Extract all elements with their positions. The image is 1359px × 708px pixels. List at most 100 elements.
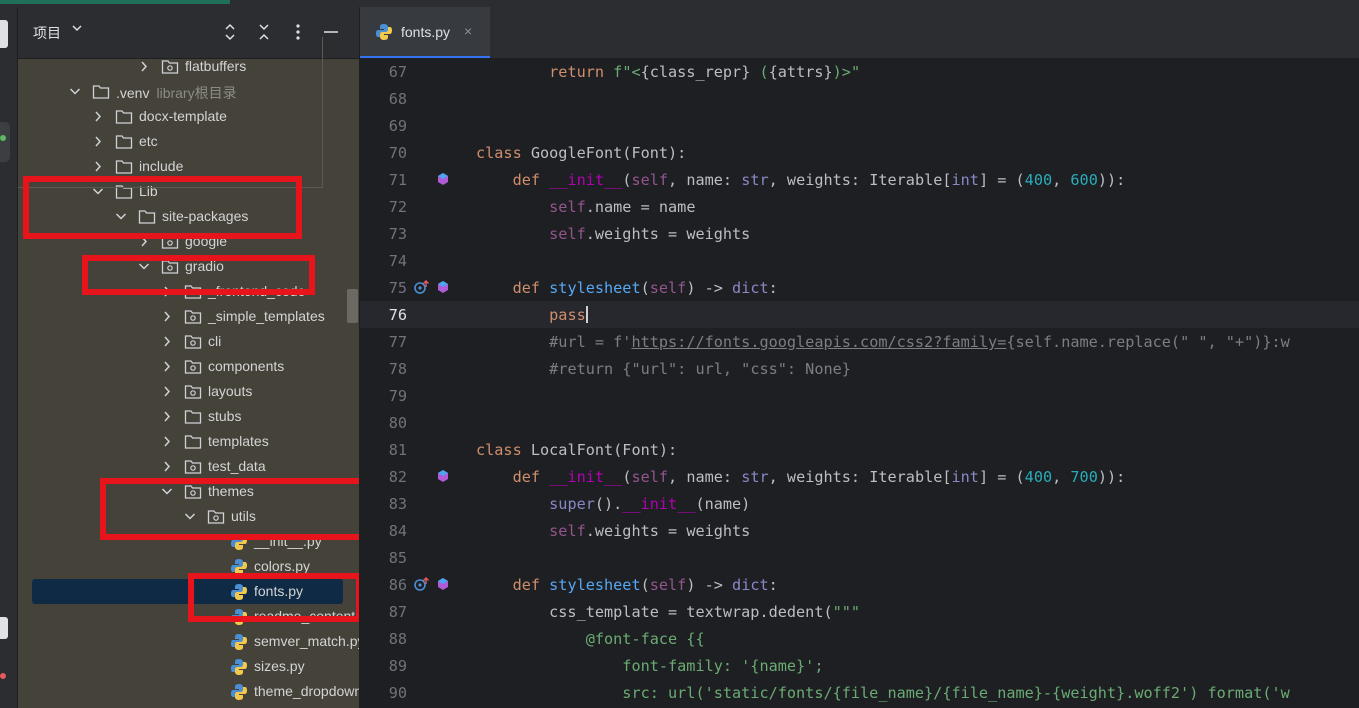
chevron-down-icon[interactable] — [69, 85, 81, 98]
tree-folder-item[interactable]: cli — [18, 329, 359, 354]
tree-item-label: theme_dropdown.py — [254, 683, 359, 699]
tree-file-item[interactable]: theme_dropdown.py — [18, 679, 359, 704]
code-line[interactable]: 85 — [360, 544, 1359, 571]
code-line[interactable]: 82 def __init__(self, name: str, weights… — [360, 463, 1359, 490]
chevron-right-icon[interactable] — [92, 135, 104, 148]
code-line[interactable]: 70 class GoogleFont(Font): — [360, 139, 1359, 166]
collapse-all-icon[interactable] — [257, 21, 271, 43]
chevron-right-icon[interactable] — [161, 335, 173, 348]
chevron-right-icon[interactable] — [161, 460, 173, 473]
line-number[interactable]: 81 — [360, 441, 407, 459]
line-number[interactable]: 74 — [360, 252, 407, 270]
code-line[interactable]: 90 src: url('static/fonts/{file_name}/{f… — [360, 679, 1359, 706]
code-line[interactable]: 81 class LocalFont(Font): — [360, 436, 1359, 463]
line-number[interactable]: 80 — [360, 414, 407, 432]
line-number[interactable]: 75 — [360, 279, 407, 297]
chevron-right-icon[interactable] — [92, 160, 104, 173]
tree-folder-item[interactable]: etc — [18, 129, 359, 154]
line-number[interactable]: 73 — [360, 225, 407, 243]
code-line[interactable]: 84 self.weights = weights — [360, 517, 1359, 544]
line-number[interactable]: 89 — [360, 657, 407, 675]
line-number[interactable]: 82 — [360, 468, 407, 486]
line-number[interactable]: 77 — [360, 333, 407, 351]
code-line[interactable]: 88 @font-face {{ — [360, 625, 1359, 652]
code-line[interactable]: 75 def stylesheet(self) -> dict: — [360, 274, 1359, 301]
code-line[interactable]: 67 return f"<{class_repr} ({attrs})>" — [360, 58, 1359, 85]
chevron-down-icon[interactable] — [70, 21, 84, 35]
chevron-right-icon[interactable] — [92, 110, 104, 123]
code-line[interactable]: 68 — [360, 85, 1359, 112]
chevron-right-icon[interactable] — [161, 360, 173, 373]
line-number[interactable]: 67 — [360, 63, 407, 81]
code-line[interactable]: 69 — [360, 112, 1359, 139]
tree-folder-item[interactable]: .venv library根目录 — [18, 79, 359, 104]
code-line[interactable]: 86 def stylesheet(self) -> dict: — [360, 571, 1359, 598]
tree-folder-item[interactable]: stubs — [18, 404, 359, 429]
overridden-up-icon[interactable] — [414, 577, 430, 591]
tree-file-item[interactable]: semver_match.py — [18, 629, 359, 654]
line-number[interactable]: 83 — [360, 495, 407, 513]
override-icon[interactable] — [437, 172, 449, 186]
line-number[interactable]: 70 — [360, 144, 407, 162]
tree-folder-item[interactable]: templates — [18, 429, 359, 454]
code-line[interactable]: 87 css_template = textwrap.dedent(""" — [360, 598, 1359, 625]
line-number[interactable]: 87 — [360, 603, 407, 621]
problems-icon[interactable] — [0, 673, 6, 679]
chevron-right-icon[interactable] — [161, 310, 173, 323]
line-number[interactable]: 71 — [360, 171, 407, 189]
override-icon[interactable] — [437, 469, 449, 483]
options-menu-icon[interactable] — [291, 21, 305, 43]
code-line[interactable]: 74 — [360, 247, 1359, 274]
code-line[interactable]: 80 — [360, 409, 1359, 436]
tree-folder-item[interactable]: components — [18, 354, 359, 379]
tree-folder-item[interactable]: layouts — [18, 379, 359, 404]
override-icon[interactable] — [437, 280, 449, 294]
line-number[interactable]: 85 — [360, 549, 407, 567]
commit-tool-button[interactable] — [0, 122, 10, 162]
tree-item-label: components — [208, 358, 285, 374]
tab-fonts-py[interactable]: fonts.py × — [360, 7, 490, 58]
chevron-right-icon[interactable] — [161, 385, 173, 398]
code-line[interactable]: 89 font-family: '{name}'; — [360, 652, 1359, 679]
chevron-right-icon[interactable] — [161, 435, 173, 448]
chevron-right-icon[interactable] — [138, 60, 150, 73]
code-line[interactable]: 73 self.weights = weights — [360, 220, 1359, 247]
line-number[interactable]: 72 — [360, 198, 407, 216]
tree-folder-item[interactable]: test_data — [18, 454, 359, 479]
code-line[interactable]: 79 — [360, 382, 1359, 409]
line-number[interactable]: 88 — [360, 630, 407, 648]
line-number[interactable]: 86 — [360, 576, 407, 594]
code-line[interactable]: 71 def __init__(self, name: str, weights… — [360, 166, 1359, 193]
code-text: pass — [549, 306, 588, 324]
override-icon[interactable] — [437, 577, 449, 591]
code-line[interactable]: 83 super().__init__(name) — [360, 490, 1359, 517]
project-tool-button[interactable] — [0, 20, 8, 48]
code-line[interactable]: 77 #url = f'https://fonts.googleapis.com… — [360, 328, 1359, 355]
close-icon[interactable]: × — [464, 23, 472, 39]
line-number[interactable]: 79 — [360, 387, 407, 405]
package-folder-icon — [184, 360, 202, 374]
code-line[interactable]: 72 self.name = name — [360, 193, 1359, 220]
line-number[interactable]: 76 — [360, 306, 407, 324]
chevron-right-icon[interactable] — [161, 410, 173, 423]
tree-folder-item[interactable]: _simple_templates — [18, 304, 359, 329]
project-panel-title[interactable]: 项目 — [33, 23, 61, 43]
code-line[interactable]: 78 #return {"url": url, "css": None} — [360, 355, 1359, 382]
overridden-up-icon[interactable] — [414, 280, 430, 294]
code-line[interactable]: 76 pass — [360, 301, 1359, 328]
tree-folder-item[interactable]: docx-template — [18, 104, 359, 129]
line-number[interactable]: 69 — [360, 117, 407, 135]
hide-panel-icon[interactable] — [323, 21, 339, 43]
highlight-box-themes — [100, 478, 359, 540]
tree-scrollbar-thumb[interactable] — [347, 289, 358, 323]
tree-file-item[interactable]: sizes.py — [18, 654, 359, 679]
line-number[interactable]: 84 — [360, 522, 407, 540]
line-number[interactable]: 78 — [360, 360, 407, 378]
line-number[interactable]: 68 — [360, 90, 407, 108]
tree-folder-item[interactable]: flatbuffers — [18, 54, 359, 79]
expand-all-icon[interactable] — [223, 21, 237, 43]
terminal-tool-button[interactable] — [0, 617, 8, 639]
code-view[interactable]: 67 return f"<{class_repr} ({attrs})>" 68 6… — [360, 59, 1359, 708]
folder-icon — [115, 110, 133, 124]
line-number[interactable]: 90 — [360, 684, 407, 702]
